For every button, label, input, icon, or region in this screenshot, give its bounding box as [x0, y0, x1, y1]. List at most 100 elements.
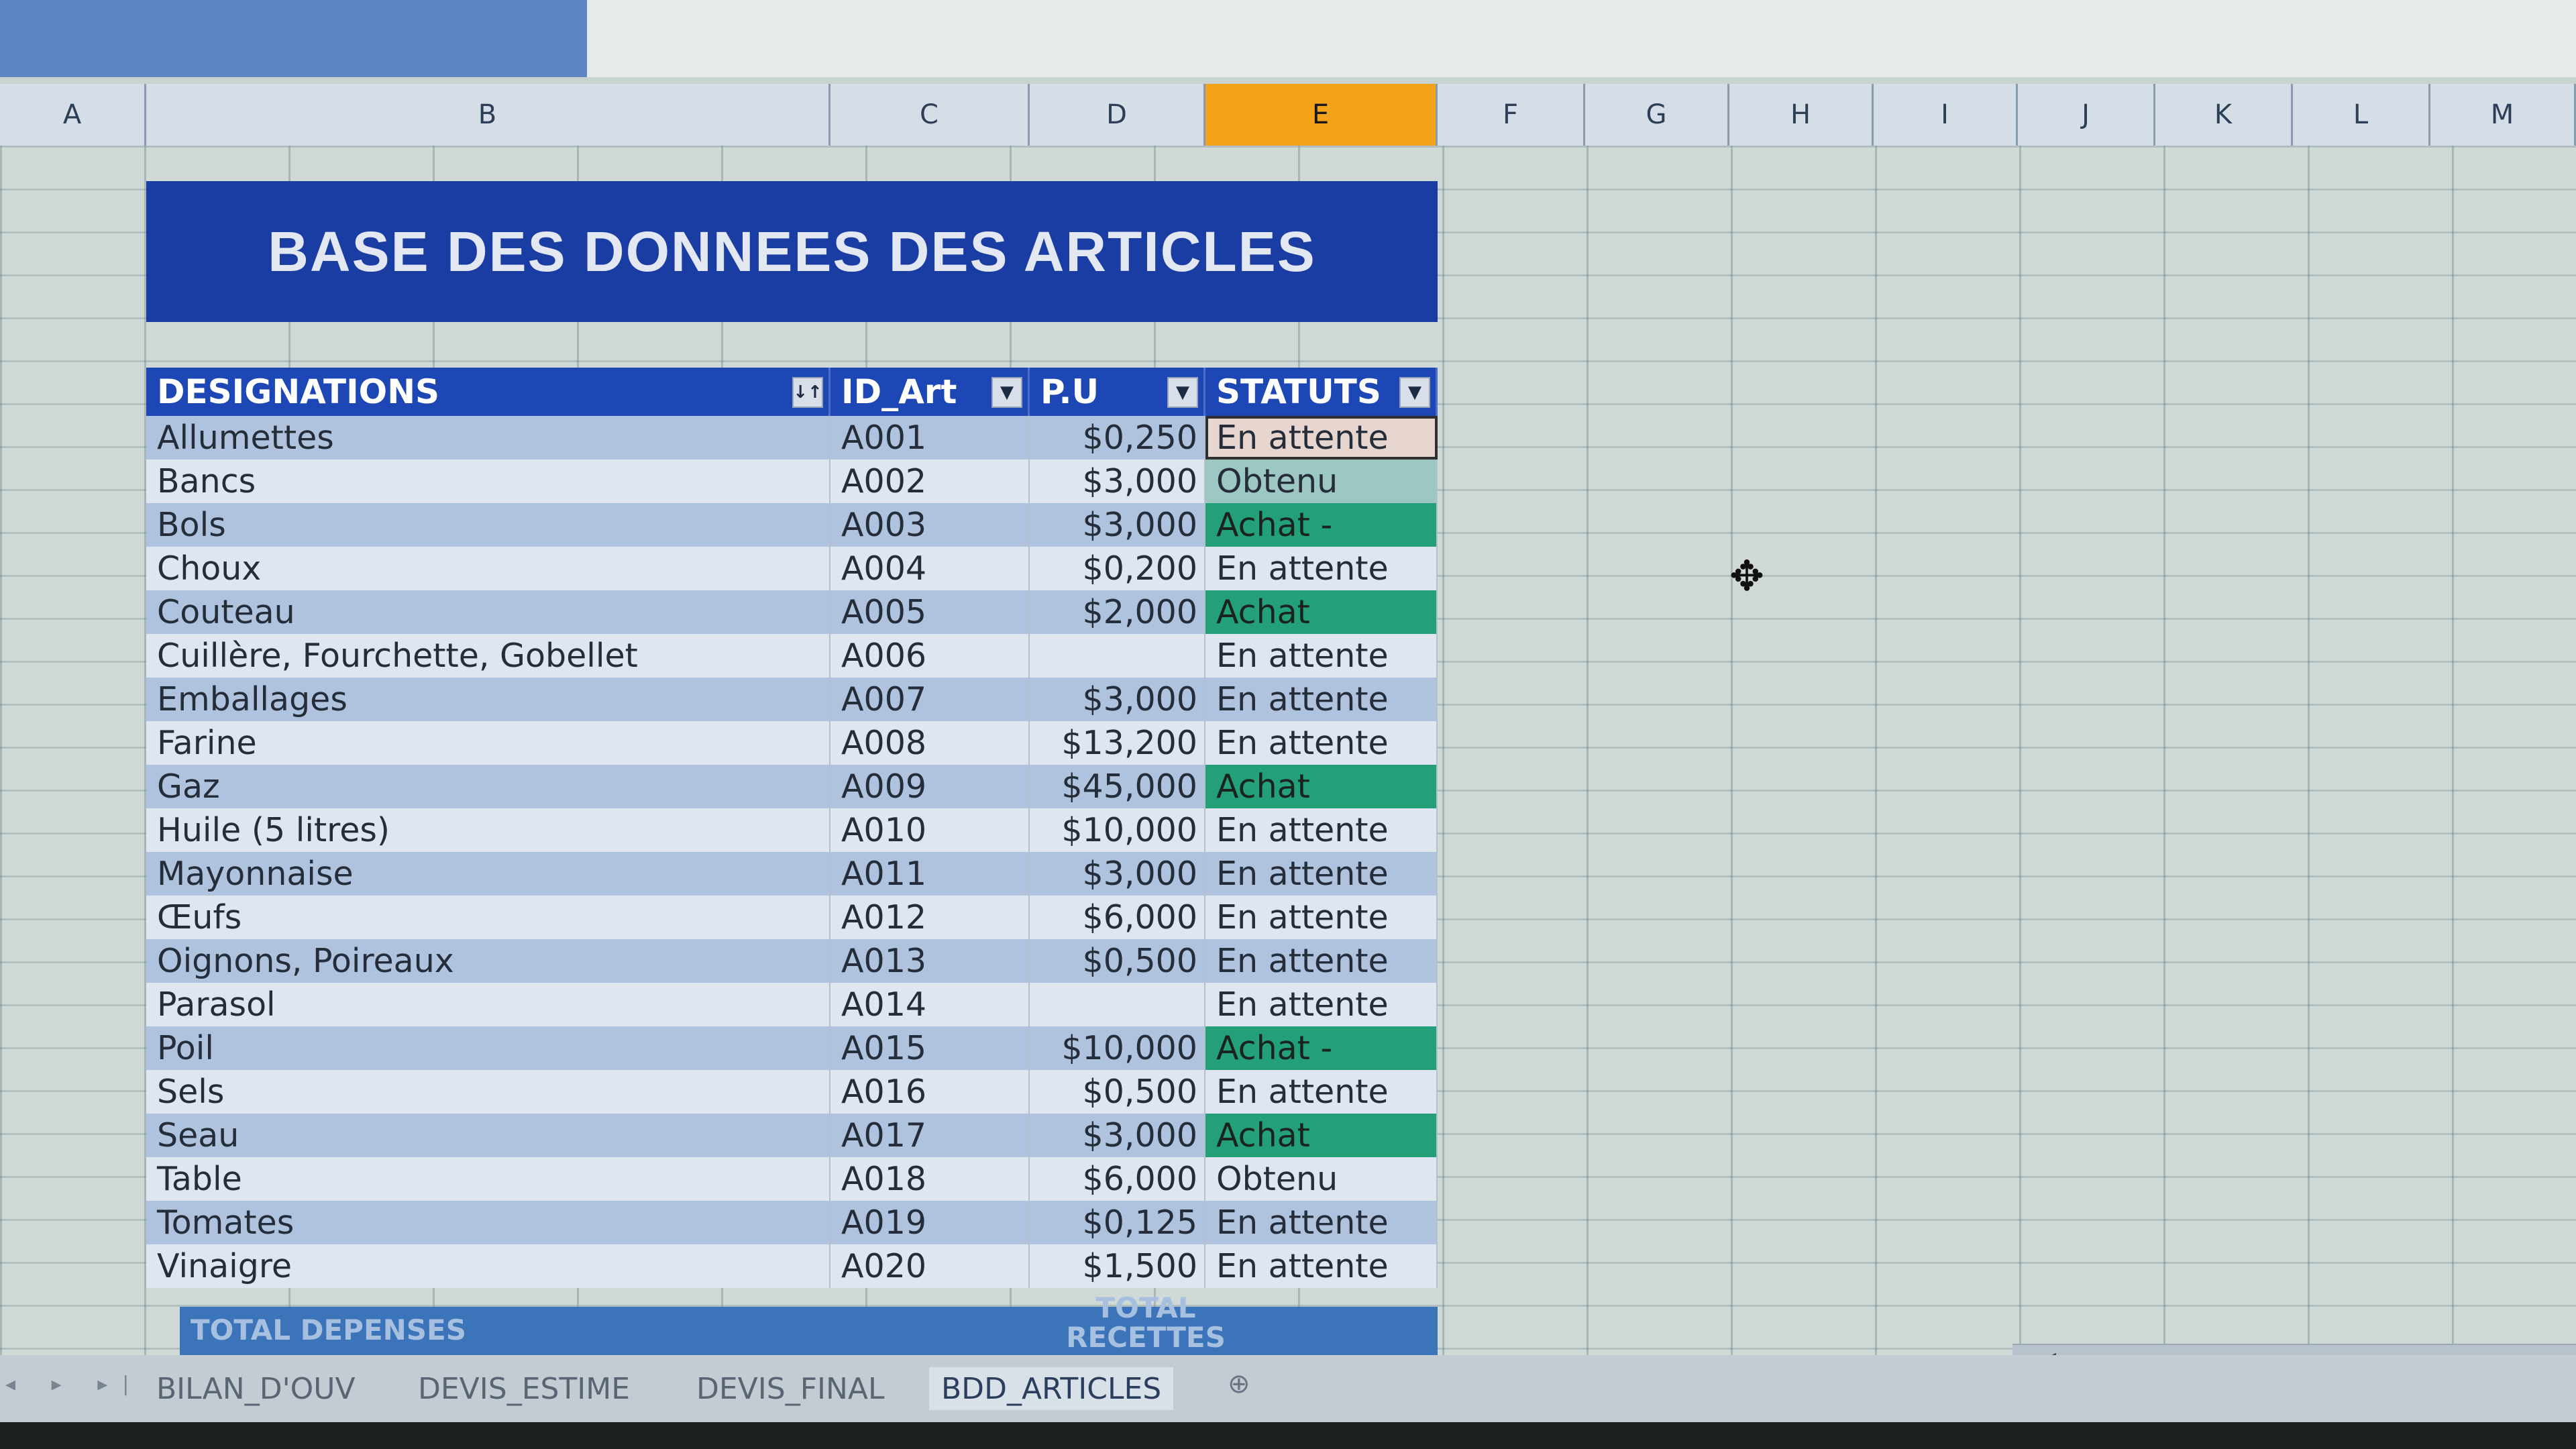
status-cell[interactable]: En attente	[1205, 547, 1438, 590]
status-cell[interactable]: Obtenu	[1205, 460, 1438, 503]
designation-cell[interactable]: Seau	[146, 1114, 830, 1157]
id-cell[interactable]: A002	[830, 460, 1030, 503]
designation-cell[interactable]: Œufs	[146, 896, 830, 939]
sort-filter-icon[interactable]: ↓↑	[792, 377, 823, 408]
designation-cell[interactable]: Sels	[146, 1070, 830, 1114]
id-cell[interactable]: A016	[830, 1070, 1030, 1114]
id-cell[interactable]: A014	[830, 983, 1030, 1026]
designation-cell[interactable]: Emballages	[146, 678, 830, 721]
id-cell[interactable]: A013	[830, 939, 1030, 983]
designation-cell[interactable]: Bols	[146, 503, 830, 547]
designation-cell[interactable]: Mayonnaise	[146, 852, 830, 896]
price-cell[interactable]: $1,500	[1030, 1244, 1205, 1288]
price-cell[interactable]: $3,000	[1030, 1114, 1205, 1157]
id-cell[interactable]: A012	[830, 896, 1030, 939]
sheet-tab-bdd-articles[interactable]: BDD_ARTICLES	[929, 1367, 1174, 1410]
price-cell[interactable]: $2,000	[1030, 590, 1205, 634]
designation-cell[interactable]: Choux	[146, 547, 830, 590]
status-cell[interactable]: En attente	[1205, 983, 1438, 1026]
status-cell[interactable]: En attente	[1205, 416, 1438, 460]
price-cell[interactable]	[1030, 983, 1205, 1026]
id-cell[interactable]: A018	[830, 1157, 1030, 1201]
designation-cell[interactable]: Bancs	[146, 460, 830, 503]
price-cell[interactable]: $45,000	[1030, 765, 1205, 808]
id-cell[interactable]: A010	[830, 808, 1030, 852]
column-header-b[interactable]: B	[146, 84, 830, 146]
price-cell[interactable]: $10,000	[1030, 808, 1205, 852]
status-cell[interactable]: Obtenu	[1205, 1157, 1438, 1201]
sheet-tab-bilan[interactable]: BILAN_D'OUV	[144, 1367, 368, 1410]
status-cell[interactable]: En attente	[1205, 1244, 1438, 1288]
id-cell[interactable]: A019	[830, 1201, 1030, 1244]
id-cell[interactable]: A017	[830, 1114, 1030, 1157]
status-cell[interactable]: En attente	[1205, 896, 1438, 939]
price-cell[interactable]: $6,000	[1030, 896, 1205, 939]
column-header-a[interactable]: A	[0, 84, 146, 146]
column-header-f[interactable]: F	[1438, 84, 1585, 146]
price-cell[interactable]: $13,200	[1030, 721, 1205, 765]
designation-cell[interactable]: Cuillère, Fourchette, Gobellet	[146, 634, 830, 678]
column-header-m[interactable]: M	[2430, 84, 2576, 146]
designation-cell[interactable]: Tomates	[146, 1201, 830, 1244]
column-header-k[interactable]: K	[2155, 84, 2293, 146]
id-cell[interactable]: A007	[830, 678, 1030, 721]
price-cell[interactable]: $3,000	[1030, 852, 1205, 896]
designation-cell[interactable]: Allumettes	[146, 416, 830, 460]
id-cell[interactable]: A006	[830, 634, 1030, 678]
new-sheet-icon[interactable]: ⊕	[1228, 1368, 1250, 1399]
column-header-h[interactable]: H	[1729, 84, 1874, 146]
status-cell[interactable]: En attente	[1205, 721, 1438, 765]
status-cell[interactable]: Achat -	[1205, 503, 1438, 547]
id-cell[interactable]: A015	[830, 1026, 1030, 1070]
id-cell[interactable]: A001	[830, 416, 1030, 460]
id-cell[interactable]: A009	[830, 765, 1030, 808]
designation-cell[interactable]: Gaz	[146, 765, 830, 808]
designation-cell[interactable]: Vinaigre	[146, 1244, 830, 1288]
status-cell[interactable]: Achat	[1205, 590, 1438, 634]
price-cell[interactable]: $3,000	[1030, 460, 1205, 503]
price-cell[interactable]: $0,125	[1030, 1201, 1205, 1244]
designation-cell[interactable]: Couteau	[146, 590, 830, 634]
designation-cell[interactable]: Table	[146, 1157, 830, 1201]
designation-cell[interactable]: Poil	[146, 1026, 830, 1070]
status-cell[interactable]: Achat -	[1205, 1026, 1438, 1070]
price-cell[interactable]: $3,000	[1030, 678, 1205, 721]
id-cell[interactable]: A008	[830, 721, 1030, 765]
price-cell[interactable]: $10,000	[1030, 1026, 1205, 1070]
id-cell[interactable]: A011	[830, 852, 1030, 896]
price-cell[interactable]: $0,500	[1030, 939, 1205, 983]
designation-cell[interactable]: Parasol	[146, 983, 830, 1026]
column-header-l[interactable]: L	[2293, 84, 2430, 146]
designation-cell[interactable]: Oignons, Poireaux	[146, 939, 830, 983]
filter-dropdown-icon[interactable]: ▼	[991, 377, 1022, 408]
id-cell[interactable]: A003	[830, 503, 1030, 547]
designation-cell[interactable]: Huile (5 litres)	[146, 808, 830, 852]
status-cell[interactable]: Achat	[1205, 1114, 1438, 1157]
price-cell[interactable]	[1030, 634, 1205, 678]
price-cell[interactable]: $0,500	[1030, 1070, 1205, 1114]
sheet-tab-devis-final[interactable]: DEVIS_FINAL	[684, 1367, 897, 1410]
status-cell[interactable]: En attente	[1205, 1201, 1438, 1244]
status-cell[interactable]: En attente	[1205, 939, 1438, 983]
filter-dropdown-icon[interactable]: ▼	[1167, 377, 1198, 408]
sheet-tab-devis-estime[interactable]: DEVIS_ESTIME	[406, 1367, 642, 1410]
id-cell[interactable]: A004	[830, 547, 1030, 590]
column-header-e[interactable]: E	[1205, 84, 1438, 146]
filter-dropdown-icon[interactable]: ▼	[1399, 377, 1430, 408]
column-header-g[interactable]: G	[1585, 84, 1729, 146]
status-cell[interactable]: En attente	[1205, 678, 1438, 721]
status-cell[interactable]: En attente	[1205, 1070, 1438, 1114]
column-header-d[interactable]: D	[1030, 84, 1205, 146]
status-cell[interactable]: En attente	[1205, 634, 1438, 678]
sheet-nav-arrows-icon[interactable]: ◂ ▸ ▸|	[5, 1373, 144, 1396]
price-cell[interactable]: $0,250	[1030, 416, 1205, 460]
id-cell[interactable]: A020	[830, 1244, 1030, 1288]
status-cell[interactable]: En attente	[1205, 852, 1438, 896]
price-cell[interactable]: $6,000	[1030, 1157, 1205, 1201]
status-cell[interactable]: En attente	[1205, 808, 1438, 852]
column-header-c[interactable]: C	[830, 84, 1030, 146]
price-cell[interactable]: $0,200	[1030, 547, 1205, 590]
designation-cell[interactable]: Farine	[146, 721, 830, 765]
price-cell[interactable]: $3,000	[1030, 503, 1205, 547]
column-header-i[interactable]: I	[1874, 84, 2018, 146]
